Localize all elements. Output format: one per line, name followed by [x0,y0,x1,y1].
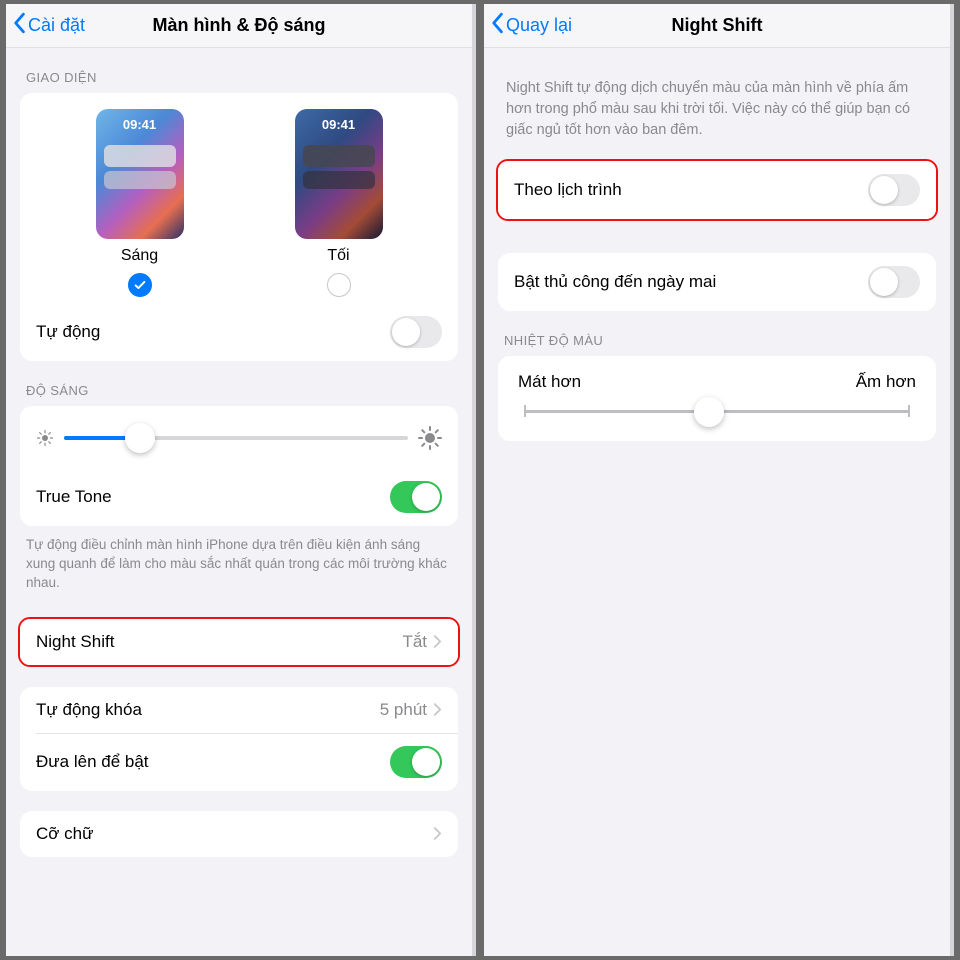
row-night-shift[interactable]: Night Shift Tắt [20,619,458,665]
back-button[interactable]: Quay lại [490,12,572,39]
section-header-appearance: GIAO DIỆN [6,48,472,93]
row-automatic[interactable]: Tự động [20,303,458,361]
raise-to-wake-label: Đưa lên để bật [36,752,390,772]
auto-lock-label: Tự động khóa [36,700,380,720]
warmer-label: Ấm hơn [856,372,916,392]
appearance-option-dark[interactable]: 09:41 Tối [269,109,409,297]
scheduled-label: Theo lịch trình [514,180,868,200]
back-label: Cài đặt [28,15,85,36]
row-text-size[interactable]: Cỡ chữ [20,811,458,857]
night-shift-screen: Quay lại Night Shift Night Shift tự động… [484,4,954,956]
row-scheduled[interactable]: Theo lịch trình [498,161,936,219]
toggle-automatic[interactable] [390,316,442,348]
brightness-card: True Tone [20,406,458,526]
dark-label: Tối [327,247,349,265]
text-card: Cỡ chữ [20,811,458,857]
true-tone-description: Tự động điều chỉnh màn hình iPhone dựa t… [6,526,472,597]
row-manual-enable[interactable]: Bật thủ công đến ngày mai [498,253,936,311]
section-header-color-temp: NHIỆT ĐỘ MÀU [484,311,950,356]
preview-dark: 09:41 [295,109,383,239]
row-raise-to-wake[interactable]: Đưa lên để bật [20,733,458,791]
back-label: Quay lại [506,15,572,36]
night-shift-intro: Night Shift tự động dịch chuyển màu của … [484,48,950,159]
brightness-slider[interactable] [64,436,408,440]
color-temp-slider[interactable] [524,410,910,413]
text-size-label: Cỡ chữ [36,824,433,844]
highlight-night-shift: Night Shift Tắt [18,617,460,667]
chevron-left-icon [490,12,504,39]
sun-small-icon [36,429,54,447]
brightness-slider-row [20,406,458,468]
night-shift-value: Tắt [402,632,427,652]
row-true-tone[interactable]: True Tone [20,468,458,526]
toggle-true-tone[interactable] [390,481,442,513]
appearance-card: 09:41 Sáng 09:41 Tối Tự động [20,93,458,361]
automatic-label: Tự động [36,322,390,342]
true-tone-label: True Tone [36,487,390,507]
row-auto-lock[interactable]: Tự động khóa 5 phút [20,687,458,733]
page-title: Màn hình & Độ sáng [153,15,326,36]
color-temp-card: Mát hơn Ấm hơn [498,356,936,441]
preview-light: 09:41 [96,109,184,239]
lock-card: Tự động khóa 5 phút Đưa lên để bật [20,687,458,791]
cooler-label: Mát hơn [518,372,581,392]
radio-dark[interactable] [327,273,351,297]
sun-large-icon [418,426,442,450]
night-shift-label: Night Shift [36,632,402,652]
chevron-right-icon [433,826,442,841]
display-settings-screen: Cài đặt Màn hình & Độ sáng GIAO DIỆN 09:… [6,4,476,956]
nav-bar: Quay lại Night Shift [484,4,950,48]
back-button[interactable]: Cài đặt [12,12,85,39]
night-shift-card: Night Shift Tắt [20,619,458,665]
nav-bar: Cài đặt Màn hình & Độ sáng [6,4,472,48]
toggle-raise-to-wake[interactable] [390,746,442,778]
auto-lock-value: 5 phút [380,700,427,720]
toggle-manual-enable[interactable] [868,266,920,298]
radio-light[interactable] [128,273,152,297]
manual-enable-label: Bật thủ công đến ngày mai [514,272,868,292]
chevron-right-icon [433,634,442,649]
scheduled-card: Theo lịch trình [498,161,936,219]
toggle-scheduled[interactable] [868,174,920,206]
page-title: Night Shift [672,15,763,36]
section-header-brightness: ĐỘ SÁNG [6,361,472,406]
chevron-right-icon [433,702,442,717]
appearance-option-light[interactable]: 09:41 Sáng [70,109,210,297]
manual-card: Bật thủ công đến ngày mai [498,253,936,311]
highlight-scheduled: Theo lịch trình [496,159,938,221]
light-label: Sáng [121,247,158,265]
chevron-left-icon [12,12,26,39]
